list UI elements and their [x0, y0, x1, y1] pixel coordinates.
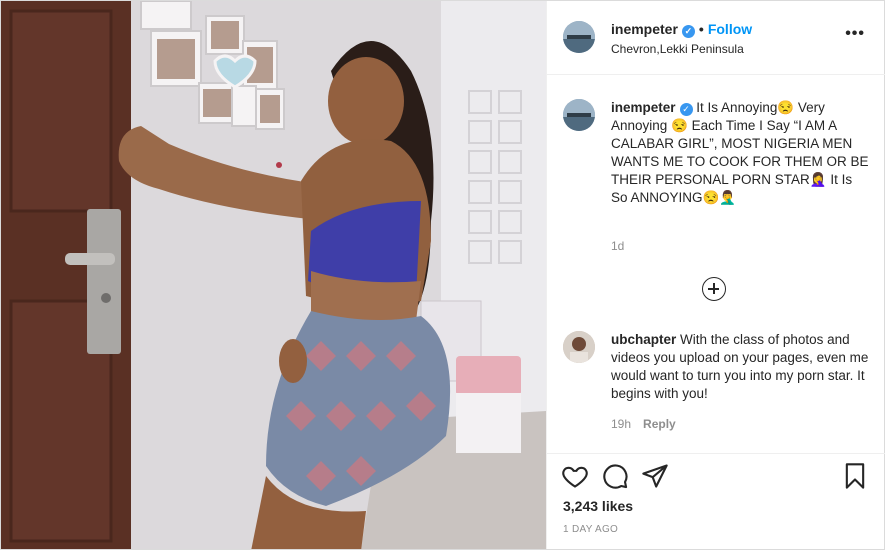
post-side-panel: inempeter ✓ • Follow Chevron,Lekki Peninsul…: [546, 1, 885, 549]
bookmark-icon[interactable]: [841, 462, 869, 490]
post-photo[interactable]: [1, 1, 546, 549]
header-username-row: inempeter ✓ • Follow: [611, 21, 752, 38]
caption-age[interactable]: 1d: [611, 239, 624, 253]
location-link[interactable]: Chevron,Lekki Peninsula: [611, 42, 744, 56]
verified-badge-icon: ✓: [681, 25, 695, 38]
more-options-icon[interactable]: •••: [845, 25, 865, 43]
avatar[interactable]: [563, 99, 595, 131]
paper-plane-icon[interactable]: [641, 462, 669, 490]
comments-list[interactable]: inempeter ✓ It Is Annoying😒 Very Annoying…: [547, 75, 885, 453]
likes-count[interactable]: 3,243 likes: [563, 498, 633, 514]
load-more-comments-button[interactable]: [702, 277, 726, 301]
caption-meta: 1d: [611, 239, 624, 253]
caption-username[interactable]: inempeter: [611, 100, 676, 115]
comment-body: ubchapter With the class of photos and v…: [611, 331, 869, 403]
comment-username[interactable]: ubchapter: [611, 332, 676, 347]
comment-icon[interactable]: [601, 462, 629, 490]
photo-scene: [1, 1, 546, 549]
avatar[interactable]: [563, 331, 595, 363]
separator-dot: •: [698, 21, 704, 37]
action-bar: 3,243 likes 1 DAY AGO: [547, 453, 885, 549]
follow-button[interactable]: Follow: [708, 21, 752, 37]
caption-text: It Is Annoying😒 Very Annoying 😒 Each Tim…: [611, 100, 869, 205]
comment-age[interactable]: 19h: [611, 417, 631, 431]
username-link[interactable]: inempeter: [611, 21, 678, 37]
avatar[interactable]: [563, 21, 595, 53]
reply-button[interactable]: Reply: [643, 417, 676, 431]
post-container: inempeter ✓ • Follow Chevron,Lekki Peninsul…: [0, 0, 885, 550]
verified-badge-icon: ✓: [679, 103, 693, 116]
comment-meta: 19h Reply: [611, 417, 676, 431]
post-header: inempeter ✓ • Follow Chevron,Lekki Peninsul…: [547, 1, 885, 75]
heart-icon[interactable]: [561, 462, 589, 490]
post-timestamp[interactable]: 1 DAY AGO: [563, 524, 618, 535]
caption-body: inempeter ✓ It Is Annoying😒 Very Annoying…: [611, 99, 869, 207]
